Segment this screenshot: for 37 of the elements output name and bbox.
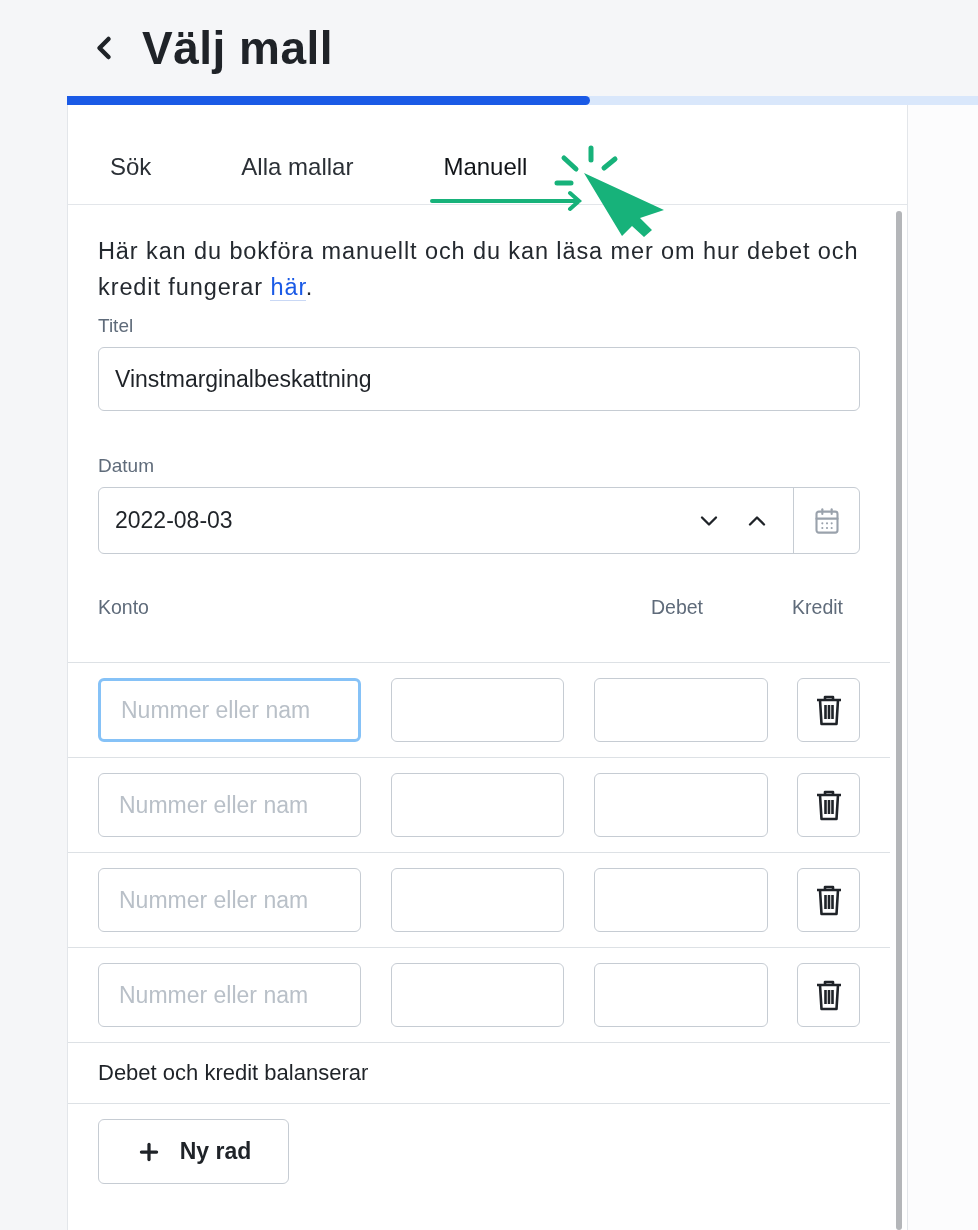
account-field[interactable]: Nummer eller nam [98,678,361,742]
trash-icon [814,884,843,916]
account-field[interactable]: Nummer eller nam [98,868,361,932]
debit-field[interactable] [391,773,564,837]
tab[interactable]: Sök [110,152,152,181]
delete-button[interactable] [797,868,860,932]
credit-field[interactable] [594,963,768,1027]
debit-field[interactable] [391,678,564,742]
trash-icon [814,694,843,726]
debit-field[interactable] [391,868,564,932]
tab[interactable]: Alla mallar [241,152,354,181]
title-field[interactable]: Vinstmarginalbeskattning [98,347,860,411]
field-label: Titel [98,315,135,337]
trash-icon [814,789,843,821]
column-header: Konto [98,596,149,620]
debit-field[interactable] [391,963,564,1027]
delete-button[interactable] [797,773,860,837]
add-row-button[interactable]: Ny rad [98,1119,289,1184]
column-header: Kredit [792,596,843,620]
delete-button[interactable] [797,963,860,1027]
calendar-icon [812,506,841,535]
account-field[interactable]: Nummer eller nam [98,773,361,837]
intro-text: Här kan du bokföra manuellt och du kan läsa mer om hur debet och kredit fungerar här. [98,237,860,303]
click-cursor-icon [554,145,664,237]
help-link[interactable]: här [270,274,306,301]
date-field[interactable]: 2022-08-03 [98,487,860,554]
balance-status: Debet och kredit balanserar [68,1043,890,1104]
page-title: Välj mall [142,21,334,75]
account-field[interactable]: Nummer eller nam [98,963,361,1027]
trash-icon [814,979,843,1011]
credit-field[interactable] [594,678,768,742]
credit-field[interactable] [594,773,768,837]
delete-button[interactable] [797,678,860,742]
tab[interactable]: Manuell [443,152,528,181]
credit-field[interactable] [594,868,768,932]
column-header: Debet [650,596,703,620]
field-label: Datum [98,455,155,477]
